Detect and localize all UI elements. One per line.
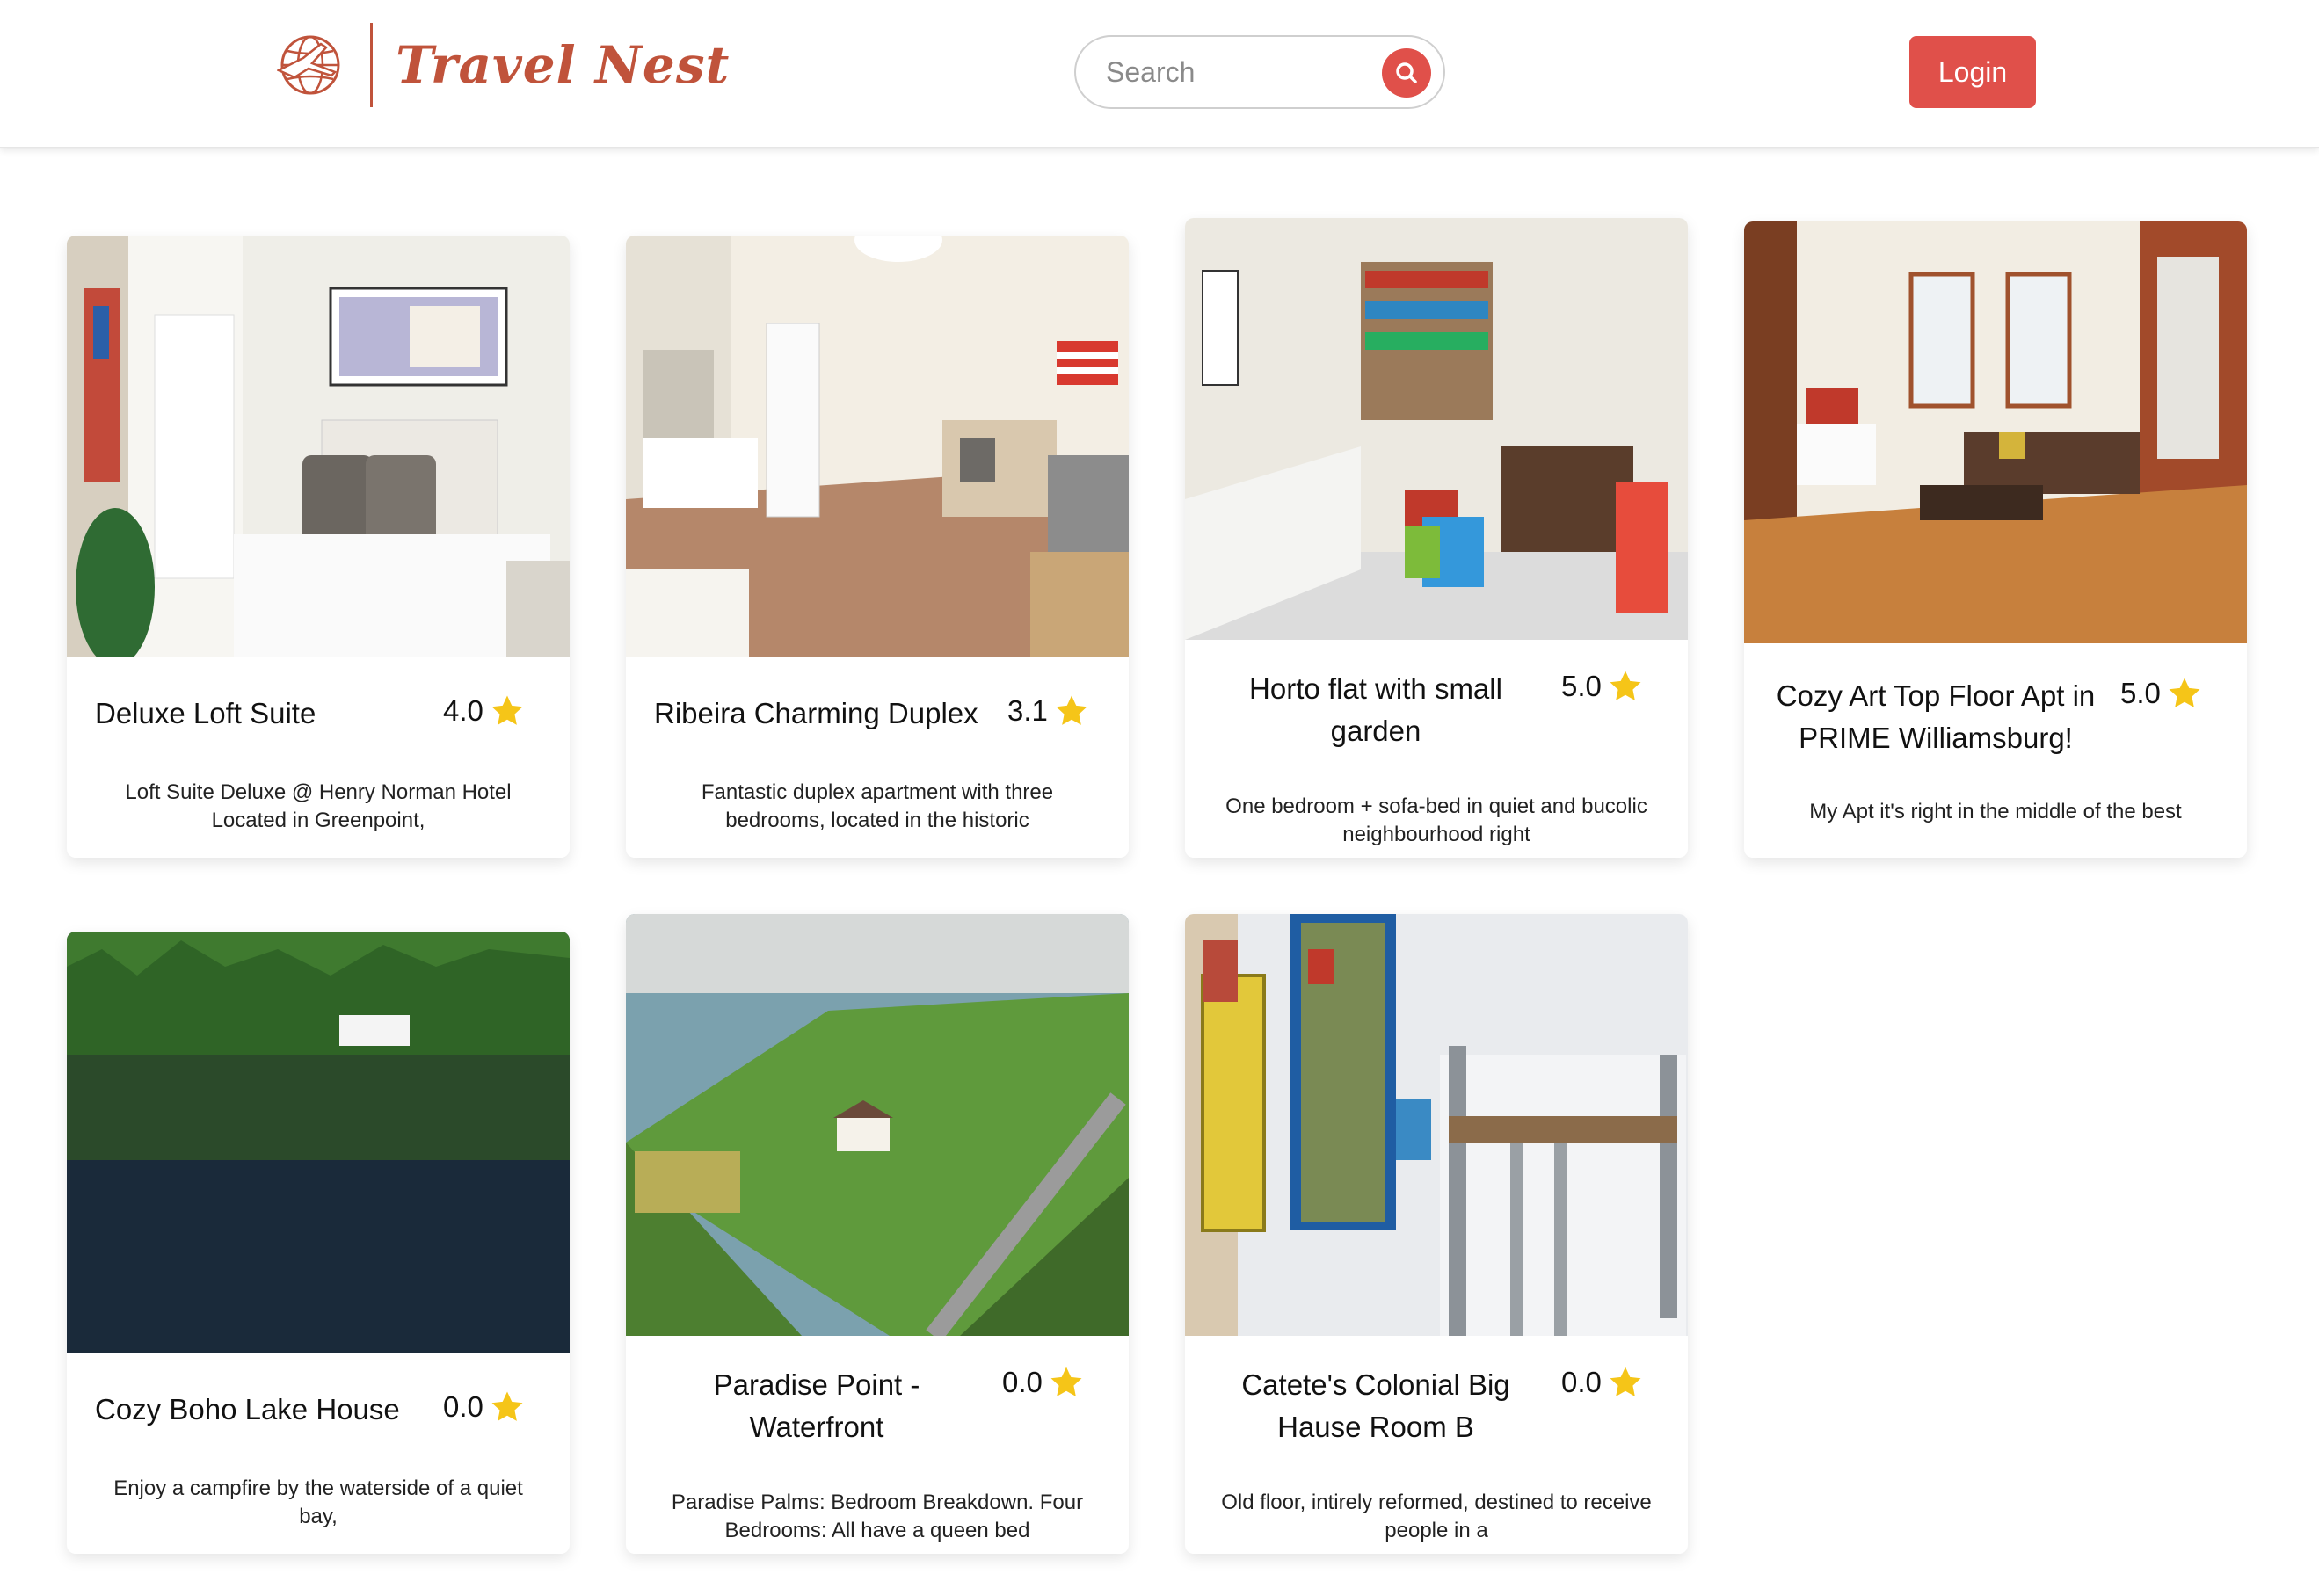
- listing-title: Horto flat with small garden: [1249, 672, 1502, 747]
- star-icon: [491, 1391, 523, 1421]
- login-button[interactable]: Login: [1909, 36, 2036, 108]
- rating-value: 5.0: [1561, 670, 1602, 702]
- search-button[interactable]: [1382, 48, 1431, 98]
- listing-photo: [67, 932, 570, 1353]
- listing-description: One bedroom + sofa-bed in quiet and buco…: [1225, 794, 1647, 846]
- star-icon: [1056, 695, 1087, 725]
- globe-plane-icon: [277, 35, 340, 95]
- listing-card[interactable]: Ribeira Charming Duplex 3.1 Fantastic du…: [626, 236, 1129, 858]
- listing-description: Enjoy a campfire by the waterside of a q…: [113, 1476, 523, 1528]
- rating-value: 3.1: [1007, 694, 1048, 727]
- search-bar: [1074, 35, 1445, 109]
- listing-rating: 0.0: [1002, 1364, 1085, 1401]
- listing-rating: 0.0: [443, 1389, 526, 1426]
- listing-title: Deluxe Loft Suite: [95, 697, 316, 729]
- listing-photo: [1185, 914, 1688, 1336]
- rating-value: 4.0: [443, 694, 483, 727]
- star-icon: [1610, 671, 1641, 700]
- listing-description: My Apt it's right in the middle of the b…: [1809, 800, 2182, 823]
- listing-description: Paradise Palms: Bedroom Breakdown. Four …: [671, 1491, 1084, 1542]
- rating-value: 0.0: [1561, 1366, 1602, 1398]
- logo-divider: [370, 23, 373, 107]
- brand-name: Travel Nest: [396, 35, 731, 95]
- listing-photo: [626, 914, 1129, 1336]
- listing-description: Old floor, intirely reformed, destined t…: [1221, 1491, 1652, 1542]
- listing-title: Cozy Art Top Floor Apt in PRIME Williams…: [1776, 679, 2096, 754]
- listing-title: Catete's Colonial Big Hause Room B: [1241, 1368, 1510, 1443]
- listing-title: Cozy Boho Lake House: [95, 1393, 400, 1426]
- listing-rating: 3.1: [1007, 693, 1090, 729]
- listing-description: Loft Suite Deluxe @ Henry Norman Hotel L…: [125, 780, 512, 832]
- search-icon: [1396, 62, 1417, 83]
- listing-rating: 5.0: [1561, 668, 1644, 705]
- star-icon: [1050, 1367, 1082, 1396]
- search-input[interactable]: [1106, 55, 1370, 89]
- listing-card[interactable]: Horto flat with small garden 5.0 One bed…: [1185, 218, 1688, 858]
- listing-rating: 5.0: [2120, 675, 2203, 712]
- brand-logo[interactable]: Travel Nest: [277, 23, 730, 107]
- star-icon: [2169, 678, 2200, 707]
- listing-photo: [1744, 221, 2247, 643]
- star-icon: [1610, 1367, 1641, 1396]
- listing-photo: [626, 236, 1129, 657]
- listing-card[interactable]: Catete's Colonial Big Hause Room B 0.0 O…: [1185, 914, 1688, 1554]
- listing-card[interactable]: Deluxe Loft Suite 4.0 Loft Suite Deluxe …: [67, 236, 570, 858]
- listing-description: Fantastic duplex apartment with three be…: [701, 780, 1054, 832]
- rating-value: 5.0: [2120, 677, 2161, 709]
- listing-photo: [67, 236, 570, 657]
- listing-card[interactable]: Paradise Point - Waterfront 0.0 Paradise…: [626, 914, 1129, 1554]
- listing-rating: 4.0: [443, 693, 526, 729]
- top-navbar: Travel Nest Login: [0, 0, 2319, 148]
- star-icon: [491, 695, 523, 725]
- listing-title: Ribeira Charming Duplex: [654, 697, 978, 729]
- listing-photo: [1185, 218, 1688, 640]
- listing-card[interactable]: Cozy Art Top Floor Apt in PRIME Williams…: [1744, 221, 2247, 858]
- listing-card[interactable]: Cozy Boho Lake House 0.0 Enjoy a campfir…: [67, 932, 570, 1554]
- rating-value: 0.0: [1002, 1366, 1043, 1398]
- listing-title: Paradise Point - Waterfront: [713, 1368, 920, 1443]
- rating-value: 0.0: [443, 1390, 483, 1423]
- listing-rating: 0.0: [1561, 1364, 1644, 1401]
